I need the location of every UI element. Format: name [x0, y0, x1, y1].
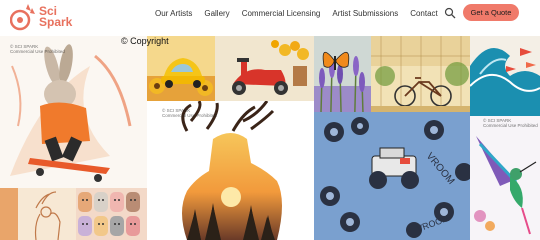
monster-truck-pattern-image: VROOM VROOM [314, 112, 470, 240]
gallery-tile-deer-line[interactable] [0, 188, 76, 240]
cats-pattern-image [76, 188, 147, 240]
tile-watermark: © SCI SPARK Commercial Use Prohibited [483, 118, 538, 128]
get-a-quote-button[interactable]: Get a Quote [463, 4, 519, 21]
nav-artist-submissions[interactable]: Artist Submissions [332, 9, 398, 18]
nav-our-artists[interactable]: Our Artists [155, 9, 192, 18]
tile-watermark: © SCI SPARK Commercial Use Prohibited [10, 44, 65, 54]
nav-commercial-licensing[interactable]: Commercial Licensing [242, 9, 321, 18]
copyright-notice: © Copyright [121, 36, 169, 46]
deer-line-art-image [0, 188, 76, 240]
hummingbird-image [470, 116, 540, 240]
watermark-sub: Commercial Use Prohibited [483, 123, 538, 128]
brand-line2: Spark [39, 15, 73, 29]
gallery-tile-wave[interactable] [470, 36, 540, 116]
main-nav: Our Artists Gallery Commercial Licensing… [155, 0, 450, 26]
deer-forest-image [147, 101, 314, 240]
gallery-tile-rabbit[interactable] [0, 36, 147, 188]
gallery-tile-scooter[interactable] [215, 36, 314, 101]
gallery-tile-hummingbird[interactable] [470, 116, 540, 240]
tile-watermark: © SCI SPARK Commercial Use Prohibited [162, 108, 217, 118]
search-icon[interactable] [444, 7, 456, 19]
ocean-wave-image [470, 36, 540, 116]
rabbit-skateboard-image [0, 36, 147, 188]
watermark-sub: Commercial Use Prohibited [162, 113, 217, 118]
nav-gallery[interactable]: Gallery [204, 9, 229, 18]
bicycle-greenhouse-image [371, 36, 470, 116]
gallery-grid: © SCI SPARK Commercial Use Prohibited © … [0, 36, 540, 240]
brand-name: Sci Spark [39, 5, 73, 29]
site-header: Sci Spark Our Artists Gallery Commercial… [0, 0, 540, 36]
brand-logo[interactable]: Sci Spark [10, 2, 72, 32]
gallery-tile-deer[interactable] [147, 101, 314, 240]
red-scooter-image [215, 36, 314, 101]
nav-contact[interactable]: Contact [410, 9, 438, 18]
watermark-sub: Commercial Use Prohibited [10, 49, 65, 54]
gallery-tile-bicycle[interactable] [371, 36, 470, 116]
spark-logo-icon [10, 4, 35, 31]
gallery-tile-cats[interactable] [76, 188, 147, 240]
gallery-tile-trucks[interactable]: VROOM VROOM [314, 112, 470, 240]
